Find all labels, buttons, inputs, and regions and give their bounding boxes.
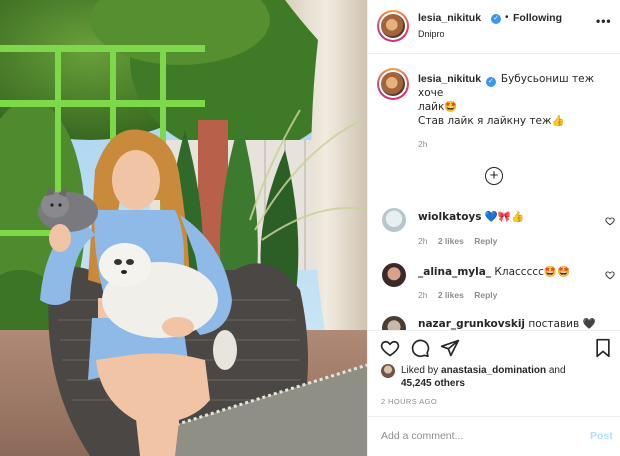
liked-by-prefix: Liked by [401, 365, 439, 376]
avatar-image [381, 14, 405, 38]
post-side-panel: lesia_nikituk ✓ • Following Dnipro ••• l… [367, 0, 620, 456]
caption-avatar-image [381, 72, 405, 96]
load-more-comments-icon[interactable]: + [485, 167, 503, 185]
post-photo[interactable] [0, 0, 367, 456]
instagram-post: lesia_nikituk ✓ • Following Dnipro ••• l… [0, 0, 620, 456]
comment-likes[interactable]: 2 likes [438, 236, 464, 246]
comment-text: 💙🎀👍 [484, 211, 525, 223]
likes-summary: Liked by anastasia_domination and 45,245… [401, 364, 616, 390]
add-comment-input[interactable]: Add a comment... [381, 430, 463, 442]
reply-button[interactable]: Reply [474, 236, 497, 246]
verified-badge-icon: ✓ [491, 14, 501, 24]
comment-like-icon[interactable] [605, 216, 615, 226]
post-time-ago[interactable]: 2 HOURS AGO [381, 397, 437, 406]
caption-avatar[interactable] [377, 68, 409, 100]
caption-verified-icon: ✓ [485, 77, 496, 87]
comment-meta: 2h 2 likes Reply [418, 290, 497, 300]
like-heart-icon[interactable] [380, 338, 400, 358]
reply-button[interactable]: Reply [474, 290, 497, 300]
comment-3-clip: nazar_grunkovskij поставив 🖤 [368, 312, 620, 330]
comment-text: поставив 🖤 [528, 318, 596, 330]
caption-username[interactable]: lesia_nikituk [418, 73, 481, 85]
author-avatar[interactable] [377, 10, 409, 42]
more-options-icon[interactable]: ••• [596, 14, 612, 28]
post-comment-button[interactable]: Post [590, 430, 613, 442]
comment-3: nazar_grunkovskij поставив 🖤 [418, 317, 618, 330]
caption: lesia_nikituk ✓ Бубусьониш теж хоче лайк… [418, 72, 613, 114]
comment-avatar[interactable] [382, 316, 406, 330]
comment-avatar[interactable] [382, 263, 406, 287]
bookmark-icon[interactable] [594, 338, 612, 358]
comment-likes[interactable]: 2 likes [438, 290, 464, 300]
comment-time[interactable]: 2h [418, 236, 427, 246]
separator-dot: • [505, 12, 509, 23]
caption-line3: Став лайк я лайкну теж👍 [418, 115, 565, 127]
likes-and: and [548, 365, 566, 376]
comment-2: _alina_myla_ Классссс🤩🤩 [418, 265, 598, 279]
caption-line2: лайк🤩 [418, 101, 458, 113]
caption-time[interactable]: 2h [418, 139, 427, 149]
share-paper-plane-icon[interactable] [440, 338, 460, 358]
comment-username[interactable]: _alina_myla_ [418, 266, 491, 278]
avatar-border [379, 12, 407, 40]
liker-avatar[interactable] [381, 364, 395, 378]
liker-username[interactable]: anastasia_domination [441, 365, 546, 376]
comment-box-divider [368, 416, 620, 417]
post-header: lesia_nikituk ✓ • Following Dnipro ••• [368, 0, 620, 54]
post-image [0, 0, 367, 456]
author-username[interactable]: lesia_nikituk [418, 12, 481, 24]
comment-meta: 2h 2 likes Reply [418, 236, 497, 246]
comment-avatar[interactable] [382, 208, 406, 232]
caption-avatar-border [379, 70, 407, 98]
comment-like-icon[interactable] [605, 270, 615, 280]
post-location[interactable]: Dnipro [418, 29, 445, 39]
comment-username[interactable]: wiolkatoys [418, 211, 482, 223]
comment-text: Классссс🤩🤩 [494, 266, 571, 278]
comment-1: wiolkatoys 💙🎀👍 [418, 210, 598, 224]
comment-username[interactable]: nazar_grunkovskij [418, 318, 525, 330]
comment-bubble-icon[interactable] [410, 338, 430, 358]
following-button[interactable]: Following [513, 12, 562, 24]
comment-time[interactable]: 2h [418, 290, 427, 300]
actions-divider [368, 330, 620, 331]
likes-count[interactable]: 45,245 others [401, 378, 465, 389]
